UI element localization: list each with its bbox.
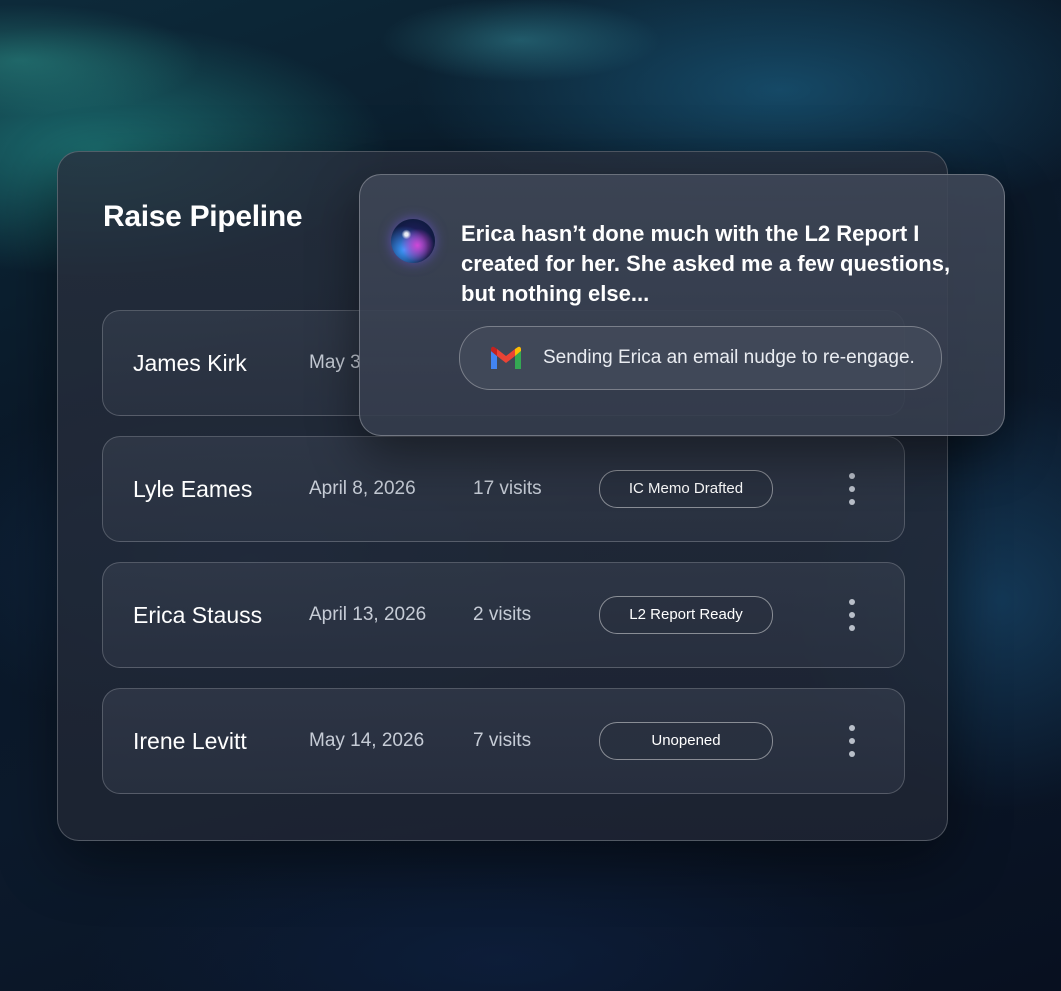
status-badge: Unopened (599, 722, 773, 760)
gmail-icon (491, 346, 521, 369)
action-text: Sending Erica an email nudge to re-engag… (543, 347, 915, 368)
visit-count: 2 visits (473, 604, 532, 625)
status-badge: L2 Report Ready (599, 596, 773, 634)
contact-name: Irene Levitt (133, 728, 247, 754)
table-row[interactable]: Erica Stauss April 13, 2026 2 visits L2 … (102, 562, 905, 668)
panel-title: Raise Pipeline (103, 200, 303, 233)
email-nudge-action[interactable]: Sending Erica an email nudge to re-engag… (459, 326, 942, 390)
assistant-message: Erica hasn’t done much with the L2 Repor… (461, 221, 951, 306)
visit-count: 17 visits (473, 478, 542, 499)
more-options-icon[interactable] (843, 471, 861, 507)
table-row[interactable]: Lyle Eames April 8, 2026 17 visits IC Me… (102, 436, 905, 542)
contact-name: Lyle Eames (133, 476, 253, 502)
contact-date: May 14, 2026 (309, 730, 425, 751)
contact-name: James Kirk (133, 350, 247, 376)
more-options-icon[interactable] (843, 723, 861, 759)
visit-count: 7 visits (473, 730, 532, 751)
table-row[interactable]: Irene Levitt May 14, 2026 7 visits Unope… (102, 688, 905, 794)
contact-name: Erica Stauss (133, 602, 263, 628)
assistant-message-card: Erica hasn’t done much with the L2 Repor… (359, 174, 1005, 436)
contact-date: April 8, 2026 (309, 478, 416, 499)
more-options-icon[interactable] (843, 597, 861, 633)
assistant-orb-icon (391, 219, 435, 263)
status-badge: IC Memo Drafted (599, 470, 773, 508)
contact-date: April 13, 2026 (309, 604, 427, 625)
contact-date: May 3 (309, 352, 361, 373)
